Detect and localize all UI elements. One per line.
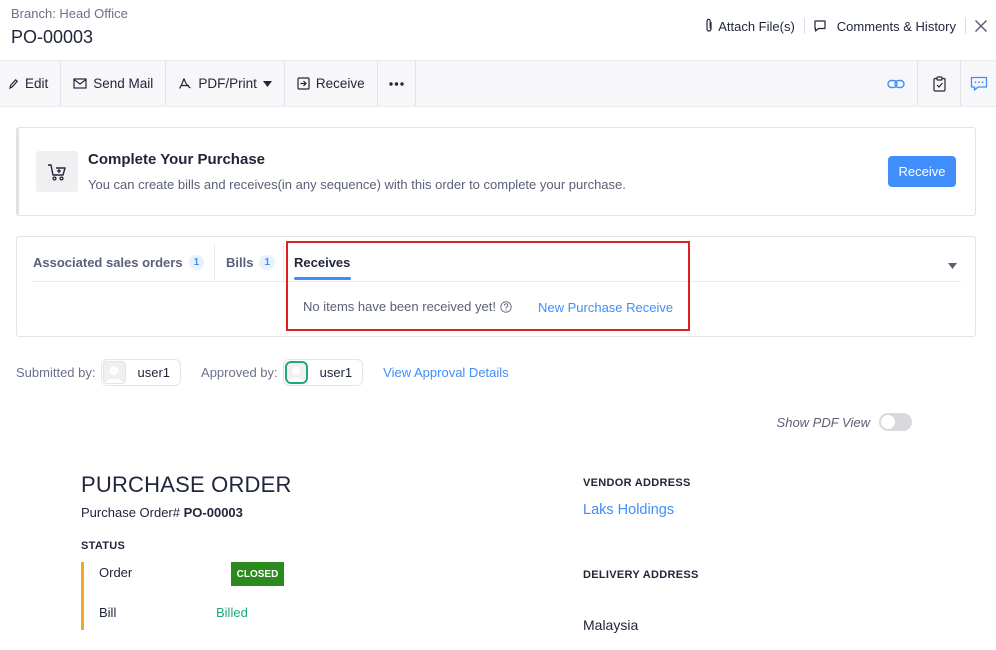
attach-files-link[interactable]: Attach File(s): [695, 18, 804, 34]
edit-label: Edit: [25, 76, 49, 91]
order-status-badge: CLOSED: [231, 562, 284, 586]
mail-icon: [73, 78, 87, 89]
toolbar: Edit Send Mail PDF/Print Receive: [0, 60, 996, 107]
submitted-user-chip[interactable]: user1: [100, 359, 182, 386]
caret-down-icon: [948, 263, 957, 269]
tab-bills[interactable]: Bills 1: [226, 255, 276, 270]
pdf-print-button[interactable]: PDF/Print: [166, 61, 285, 106]
page-header: Branch: Head Office PO-00003 Attach File…: [0, 0, 996, 60]
switch-knob: [881, 415, 895, 429]
close-button[interactable]: [966, 14, 996, 38]
cart-icon: [48, 163, 66, 181]
link-button[interactable]: [874, 61, 917, 106]
attach-files-label: Attach File(s): [718, 18, 795, 34]
tab-associated-sales-orders[interactable]: Associated sales orders 1: [33, 255, 205, 270]
approval-row: Submitted by: user1 Approved by: user1 V…: [16, 359, 509, 386]
receive-toolbar-button[interactable]: Receive: [285, 61, 378, 106]
pdf-view-toggle: Show PDF View: [777, 413, 912, 431]
paperclip-icon: [706, 18, 712, 32]
branch-label: Branch: Head Office: [11, 6, 128, 21]
header-actions: Attach File(s) Comments & History: [695, 14, 996, 38]
bill-status-label: Bill: [99, 605, 117, 620]
page-title: PO-00003: [11, 27, 94, 47]
submitted-by-label: Submitted by:: [16, 365, 96, 380]
tab-label: Associated sales orders: [33, 255, 183, 270]
link-icon: [886, 79, 905, 88]
pdf-icon: [179, 77, 192, 89]
checklist-button[interactable]: [917, 61, 960, 106]
receive-icon: [297, 77, 310, 90]
complete-purchase-card: Complete Your Purchase You can create bi…: [16, 127, 976, 216]
chat-button[interactable]: [960, 61, 996, 106]
collapse-toggle[interactable]: [948, 257, 957, 272]
delivery-address-value: Malaysia: [583, 617, 639, 633]
comments-history-label: Comments & History: [836, 18, 956, 34]
vendor-address-heading: VENDOR ADDRESS: [583, 477, 691, 489]
more-actions-button[interactable]: [378, 61, 416, 106]
send-mail-label: Send Mail: [93, 76, 154, 91]
user-avatar: [105, 366, 123, 383]
count-badge: 1: [259, 255, 276, 270]
toolbar-right-icons: [874, 61, 996, 106]
delivery-address-heading: DELIVERY ADDRESS: [583, 569, 699, 581]
vendor-name-link[interactable]: Laks Holdings: [583, 502, 674, 518]
comments-history-link[interactable]: Comments & History: [805, 19, 965, 34]
document-title: PURCHASE ORDER: [81, 472, 292, 497]
approved-user-chip[interactable]: user1: [282, 359, 364, 386]
order-status-label: Order: [99, 565, 133, 580]
highlight-box: [286, 241, 690, 331]
avatar: [102, 361, 126, 384]
complete-purchase-title: Complete Your Purchase: [88, 151, 265, 168]
pdf-view-label: Show PDF View: [776, 414, 870, 430]
caret-down-icon: [262, 80, 272, 87]
cart-icon-box: [36, 151, 78, 192]
count-badge: 1: [188, 255, 205, 270]
po-number-label: Purchase Order#: [81, 505, 180, 520]
bill-status-value: Billed: [216, 605, 248, 620]
view-approval-details-link[interactable]: View Approval Details: [383, 365, 509, 380]
complete-purchase-subtitle: You can create bills and receives(in any…: [88, 177, 626, 192]
status-heading: STATUS: [81, 540, 126, 552]
pdf-view-switch[interactable]: [879, 413, 912, 431]
tab-divider: [214, 243, 215, 281]
tab-divider: [283, 243, 284, 281]
clipboard-check-icon: [932, 75, 946, 92]
po-number-value: PO-00003: [183, 505, 243, 520]
pdf-print-label: PDF/Print: [198, 76, 257, 91]
receive-button[interactable]: Receive: [888, 156, 956, 187]
pencil-icon: [9, 78, 19, 89]
approved-user: user1: [319, 365, 353, 380]
user-avatar: [288, 366, 304, 382]
receive-toolbar-label: Receive: [315, 76, 365, 91]
approved-by-label: Approved by:: [201, 365, 278, 380]
tab-label: Bills: [226, 255, 254, 270]
send-mail-button[interactable]: Send Mail: [61, 61, 167, 106]
comment-icon: [814, 20, 826, 32]
status-accent-bar: [81, 562, 84, 630]
edit-button[interactable]: Edit: [0, 61, 62, 106]
po-number-line: Purchase Order# PO-00003: [81, 505, 243, 520]
close-icon: [974, 19, 988, 33]
submitted-user: user1: [137, 365, 171, 380]
more-icon: [388, 81, 404, 86]
avatar: [284, 361, 308, 384]
chat-icon: [970, 76, 987, 91]
